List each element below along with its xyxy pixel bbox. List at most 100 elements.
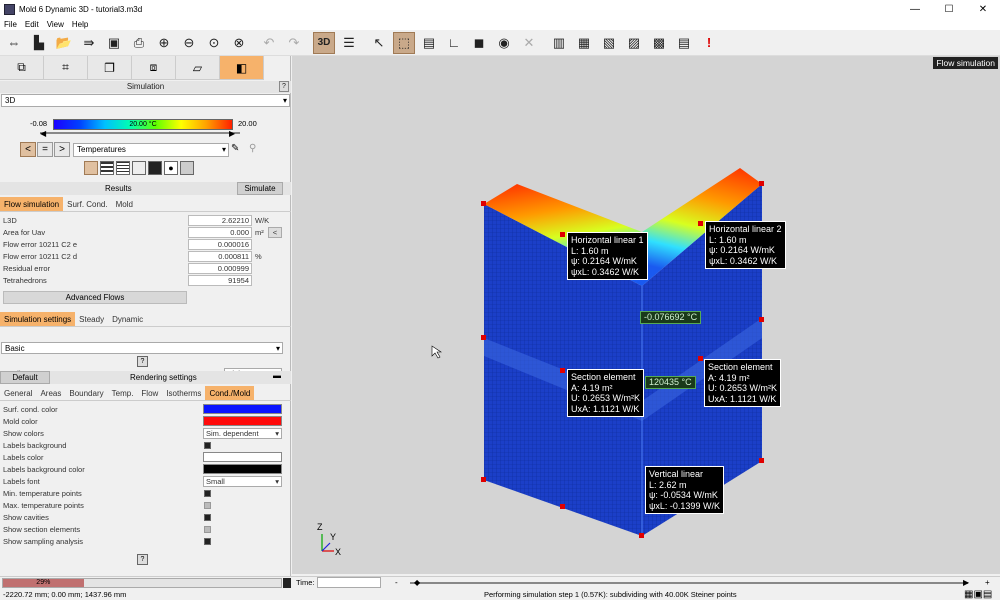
tab-flow-simulation[interactable]: Flow simulation [0,197,64,211]
tab-steady[interactable]: Steady [75,312,108,326]
alert-icon[interactable]: ! [698,32,720,54]
slider-right-handle[interactable]: ▶ [229,129,235,138]
new-file-icon[interactable]: ▙ [28,32,50,54]
menu-view[interactable]: View [43,20,68,29]
equal-button[interactable]: = [37,142,53,157]
show-colors-select[interactable]: Sim. dependent ▾ [203,427,282,439]
tab-geometry-icon[interactable]: ⧉ [0,56,44,80]
tab-dynamic[interactable]: Dynamic [108,312,147,326]
callout-horizontal-linear-1[interactable]: Horizontal linear 1 L: 1.60 m ψ: 0.2164 W/… [567,232,648,280]
time-input[interactable] [317,577,381,588]
help-button-render[interactable]: ? [137,554,148,565]
render-drop-icon[interactable]: ● [164,161,178,175]
next-button[interactable]: > [54,142,70,157]
tab-layers-icon[interactable]: ❐ [88,56,132,80]
labels-color-swatch[interactable] [203,452,282,462]
3d-viewport[interactable]: Z Y X Horizontal linear 1 L: 1.60 m ψ: 0.2… [292,56,1000,574]
surf-cond-color-swatch[interactable] [203,404,282,414]
zoom-in-icon[interactable]: ⊕ [153,32,175,54]
maximize-button[interactable]: ☐ [932,0,966,18]
render-dark-icon[interactable] [148,161,162,175]
comment-icon[interactable]: ◼ [468,32,490,54]
display-mode-select[interactable]: Temperatures ▾ [73,143,229,157]
callout-vertical-linear[interactable]: Vertical linear L: 2.62 m ψ: -0.0534 W/mK ψ… [645,466,724,514]
render-arrows-icon[interactable] [132,161,146,175]
tab-page-icon[interactable]: ▱ [176,56,220,80]
show-sampling-analysis-checkbox[interactable] [204,537,211,545]
default-button[interactable]: Default [0,371,50,384]
help-button[interactable]: ? [137,356,148,367]
show-cavities-checkbox[interactable] [204,513,211,521]
ruler-icon[interactable]: ▤ [418,32,440,54]
slider-left-handle[interactable]: ◀ [40,129,46,138]
corner-icon[interactable]: ∟ [443,32,465,54]
zoom-fit-icon[interactable]: ⊙ [203,32,225,54]
undo-icon[interactable]: ↶ [258,32,280,54]
open-icon[interactable]: 📂 [53,32,75,54]
slider-end-icon[interactable]: ▶ [963,578,969,587]
eye-icon[interactable]: ◉ [493,32,515,54]
slider-plus[interactable]: + [985,578,990,587]
tab-grid-icon[interactable]: ⌗ [44,56,88,80]
redo-icon[interactable]: ↷ [283,32,305,54]
tab-cond-mold[interactable]: Cond./Mold [205,386,255,400]
render-gray-icon[interactable] [180,161,194,175]
list-icon[interactable]: ☰ [338,32,360,54]
menu-file[interactable]: File [0,20,21,29]
3d-view-button[interactable]: 3D [313,31,335,54]
slider-minus[interactable]: - [395,578,398,587]
tab-temp[interactable]: Temp. [108,386,138,400]
hide-icon[interactable]: ✕ [518,32,540,54]
show-section-elements-checkbox[interactable] [204,525,211,533]
tab-simulation-settings[interactable]: Simulation settings [0,312,76,326]
select-box-icon[interactable]: ⬚ [393,31,415,54]
time-slider-handle[interactable]: ◆ [414,578,420,587]
menu-help[interactable]: Help [68,20,92,29]
labels-background-checkbox[interactable] [204,441,211,449]
minimize-button[interactable]: — [898,0,932,18]
tab-surf-cond[interactable]: Surf. Cond. [63,197,111,211]
advanced-flows-button[interactable]: Advanced Flows [3,291,187,304]
chart6-icon[interactable]: ▤ [673,32,695,54]
chart2-icon[interactable]: ▦ [573,32,595,54]
render-lines-icon[interactable] [100,161,114,175]
chart4-icon[interactable]: ▨ [623,32,645,54]
max-temp-points-checkbox[interactable] [204,501,211,509]
tab-flow[interactable]: Flow [137,386,162,400]
arrows-icon[interactable]: ⇔ [3,32,25,54]
select-icon[interactable]: ↖ [368,32,390,54]
render-smooth-icon[interactable] [84,161,98,175]
labels-font-select[interactable]: Small ▾ [203,475,282,487]
chart5-icon[interactable]: ▩ [648,32,670,54]
save-icon[interactable]: ▣ [103,32,125,54]
time-slider[interactable] [410,582,968,584]
print-icon[interactable]: ⎙ [128,32,150,54]
picker-icon[interactable]: ✎ [231,143,239,154]
stop-icon[interactable] [283,578,291,588]
collapse-icon[interactable]: ▬ [273,371,281,380]
thermometer-icon[interactable]: ⚲ [249,143,256,154]
prev-button[interactable]: < [20,142,36,157]
labels-bg-color-swatch[interactable] [203,464,282,474]
view-mode-select[interactable]: 3D ▾ [1,94,290,107]
min-temp-points-checkbox[interactable] [204,489,211,497]
import-icon[interactable]: ⇛ [78,32,100,54]
tab-stack-icon[interactable]: ⧈ [132,56,176,80]
chart3-icon[interactable]: ▧ [598,32,620,54]
grid-view-icons[interactable]: ▦▣▤ [964,589,992,600]
callout-section-element-2[interactable]: Section element A: 4.19 m² U: 0.2653 W/m²K… [704,359,782,407]
scale-slider[interactable] [40,132,240,134]
tab-areas[interactable]: Areas [36,386,65,400]
zoom-out-icon[interactable]: ⊖ [178,32,200,54]
zoom-clear-icon[interactable]: ⊗ [228,32,250,54]
tab-mold[interactable]: Mold [112,197,137,211]
help-button-sim[interactable]: ? [279,81,289,92]
simulation-preset-select[interactable]: Basic ▾ [1,342,283,354]
callout-section-element-1[interactable]: Section element A: 4.19 m² U: 0.2653 W/m²K… [567,369,645,417]
tab-simulation-icon[interactable]: ◧ [220,56,264,80]
simulate-button[interactable]: Simulate [237,182,283,195]
menu-edit[interactable]: Edit [21,20,43,29]
area-pick-button[interactable]: < [268,226,282,238]
tab-isotherms[interactable]: Isotherms [162,386,205,400]
render-fine-lines-icon[interactable] [116,161,130,175]
